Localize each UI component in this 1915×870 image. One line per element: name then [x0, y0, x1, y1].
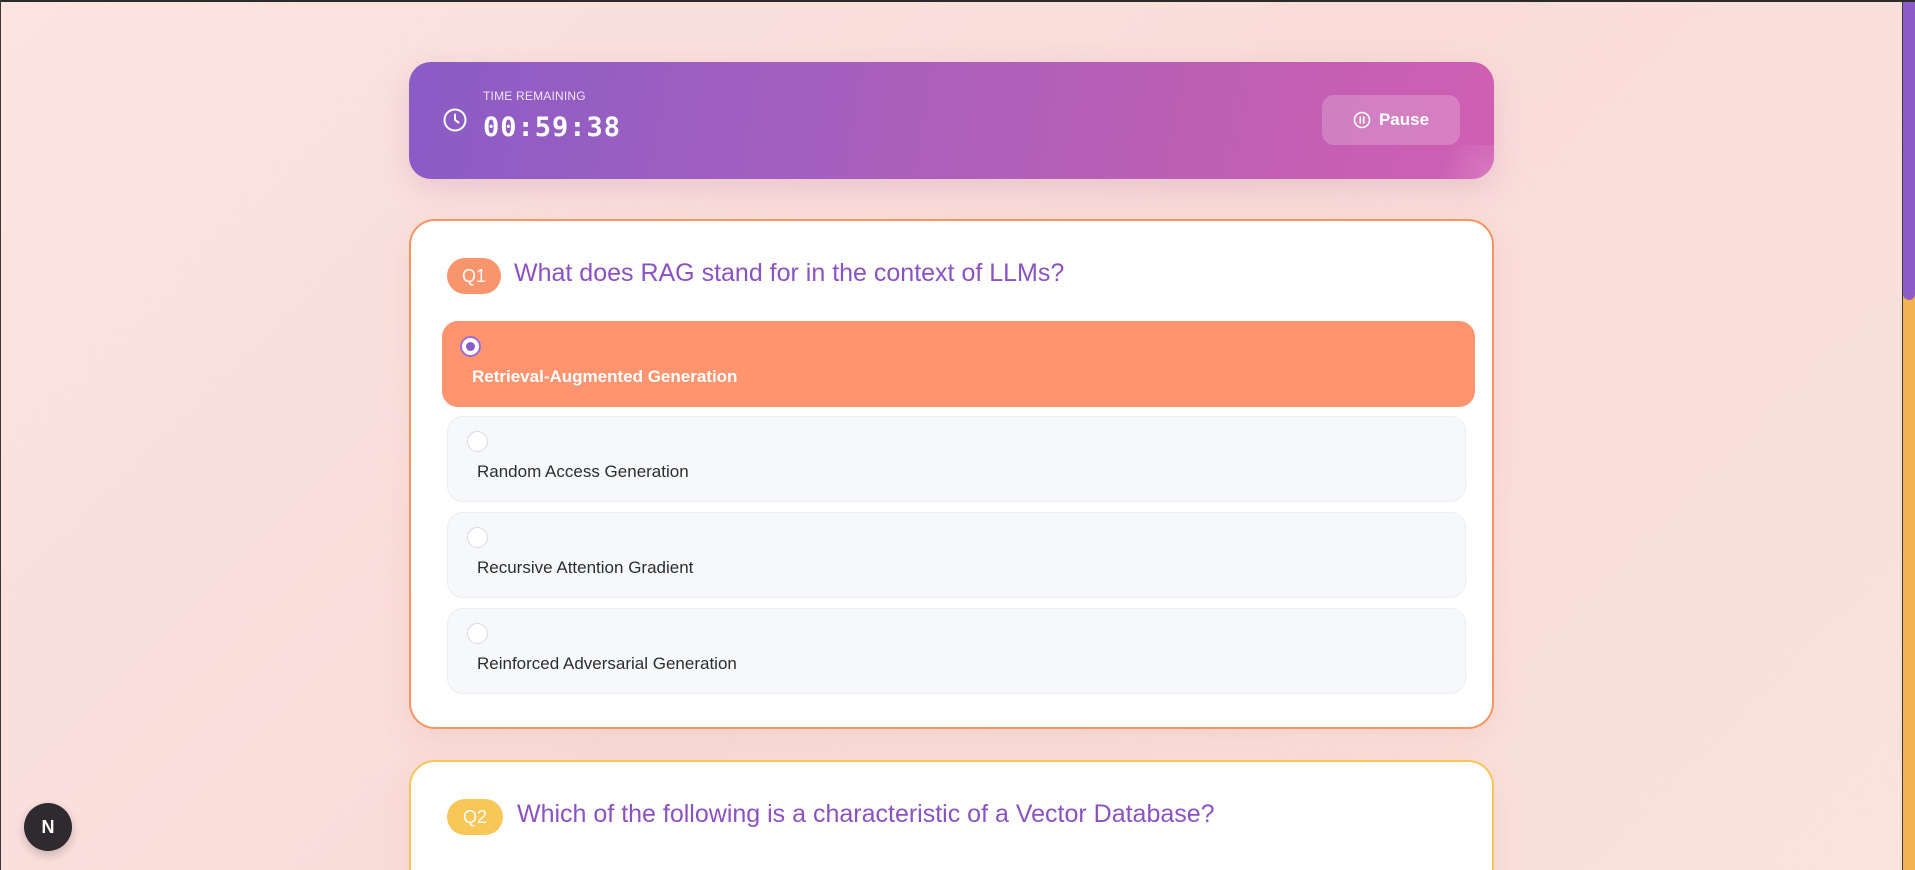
timer-banner: TIME REMAINING 00:59:38 Pause — [409, 62, 1494, 179]
answer-option-label: Recursive Attention Gradient — [477, 558, 694, 577]
radio-empty-icon[interactable] — [467, 623, 488, 644]
pause-label: Pause — [1378, 110, 1430, 129]
answer-option-label: Random Access Generation — [477, 462, 689, 481]
question-card-q2: Q2 Which of the following is a character… — [409, 760, 1494, 870]
time-remaining-value: 00:59:38 — [483, 112, 622, 143]
question-text: What does RAG stand for in the context o… — [514, 259, 1065, 287]
question-text: Which of the following is a characterist… — [517, 800, 1215, 828]
clock-icon — [443, 108, 467, 132]
answer-option-label: Reinforced Adversarial Generation — [477, 654, 737, 673]
scrollbar-thumb[interactable] — [1903, 2, 1915, 300]
radio-empty-icon[interactable] — [467, 527, 488, 548]
nextjs-dev-badge[interactable]: N — [24, 803, 72, 851]
pause-button[interactable]: Pause — [1322, 95, 1460, 145]
radio-selected-icon[interactable] — [460, 336, 481, 357]
question-card-q1: Q1 What does RAG stand for in the contex… — [409, 219, 1494, 729]
pause-icon — [1353, 111, 1371, 129]
answer-option-4[interactable]: Reinforced Adversarial Generation — [447, 608, 1466, 694]
radio-empty-icon[interactable] — [467, 431, 488, 452]
nextjs-logo-icon: N — [41, 816, 55, 837]
window-left-border — [0, 0, 1, 870]
window-top-border — [0, 0, 1915, 2]
time-remaining-label: TIME REMAINING — [483, 89, 586, 103]
answer-option-3[interactable]: Recursive Attention Gradient — [447, 512, 1466, 598]
answer-option-1[interactable]: Retrieval-Augmented Generation — [442, 321, 1475, 407]
answer-option-label: Retrieval-Augmented Generation — [472, 367, 738, 386]
answer-option-2[interactable]: Random Access Generation — [447, 416, 1466, 502]
question-badge: Q1 — [447, 258, 501, 294]
question-badge: Q2 — [447, 799, 503, 835]
